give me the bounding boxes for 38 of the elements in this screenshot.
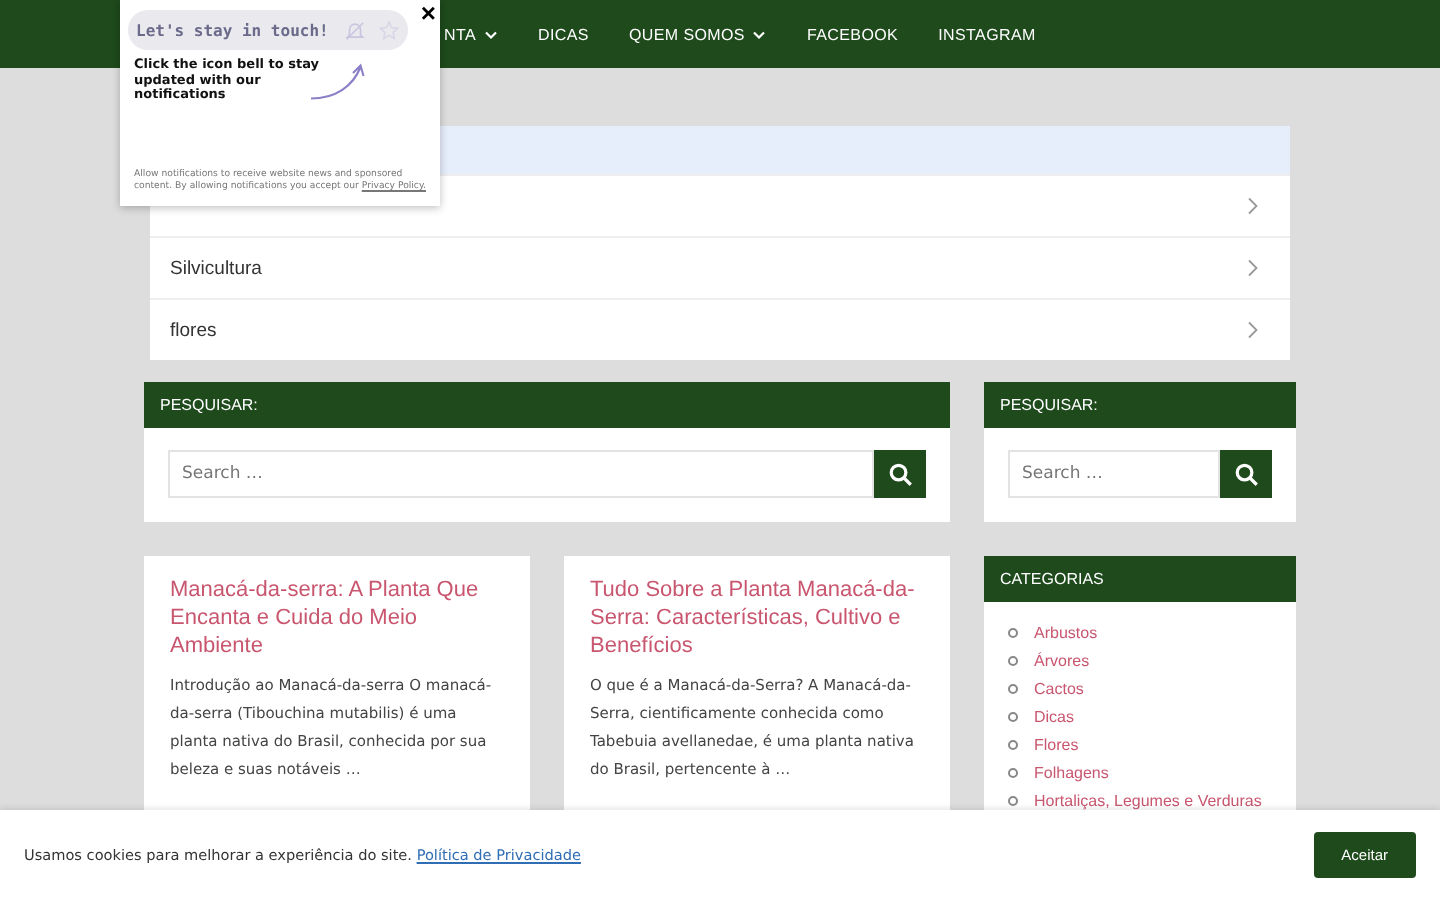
star-icon[interactable] — [378, 19, 400, 41]
post-title[interactable]: Tudo Sobre a Planta Manacá-da-Serra: Características, Cultivo e Benefícios — [590, 576, 924, 660]
bullet-icon — [1008, 627, 1018, 637]
search-button[interactable] — [1220, 450, 1272, 498]
popup-title: Let's stay in touch! — [136, 21, 331, 39]
nav-link[interactable]: INSTAGRAM — [938, 25, 1036, 43]
category-row[interactable]: flores — [150, 298, 1290, 360]
close-button[interactable]: × — [420, 2, 436, 26]
search-button[interactable] — [874, 450, 926, 498]
bullet-icon — [1008, 711, 1018, 721]
widget-title: CATEGORIAS — [984, 556, 1296, 602]
search-icon — [887, 461, 913, 487]
category-link[interactable]: Arbustos — [1034, 623, 1098, 641]
category-link[interactable]: Folhagens — [1034, 763, 1109, 781]
nav-link[interactable]: NTA — [444, 25, 499, 43]
category-row[interactable]: Silvicultura — [150, 236, 1290, 298]
category-link[interactable]: Cactos — [1034, 679, 1084, 697]
category-link[interactable]: Flores — [1034, 735, 1079, 753]
bullet-icon — [1008, 767, 1018, 777]
chevron-right-icon — [1246, 320, 1258, 340]
nav-link[interactable]: QUEM SOMOS — [628, 25, 767, 43]
nav-link[interactable]: DICAS — [538, 25, 589, 43]
search-field[interactable]: Search … — [168, 450, 874, 498]
bullet-icon — [1008, 683, 1018, 693]
category-link[interactable]: Árvores — [1034, 651, 1090, 669]
search-icon — [1233, 461, 1259, 487]
bullet-icon — [1008, 739, 1018, 749]
widget-title: PESQUISAR: — [984, 382, 1296, 428]
widget-title: PESQUISAR: — [144, 382, 950, 428]
category-link[interactable]: Hortaliças, Legumes e Verduras — [1034, 791, 1262, 809]
category-link[interactable]: Dicas — [1034, 707, 1075, 725]
post-title[interactable]: Manacá-da-serra: A Planta Que Encanta e Cuida do Meio Ambiente — [170, 576, 504, 660]
chevron-right-icon — [1246, 258, 1258, 278]
search-field[interactable]: Search … — [1008, 450, 1220, 498]
chevron-right-icon — [1246, 196, 1258, 216]
bullet-icon — [1008, 795, 1018, 805]
bullet-icon — [1008, 655, 1018, 665]
nav-link[interactable]: FACEBOOK — [806, 25, 899, 43]
